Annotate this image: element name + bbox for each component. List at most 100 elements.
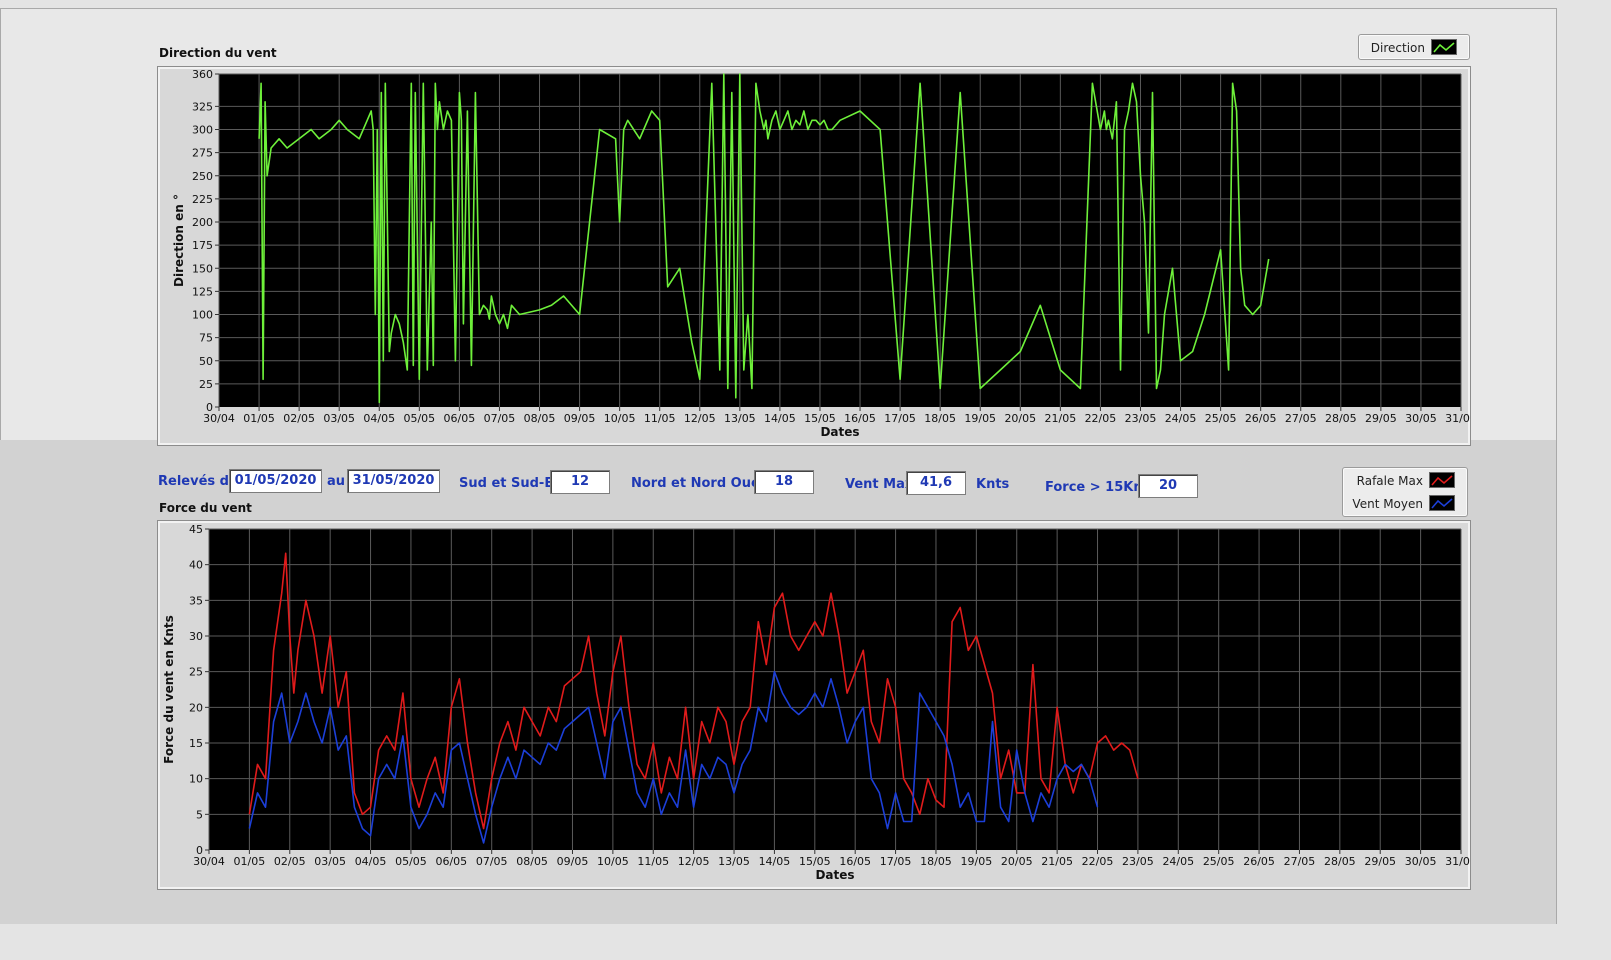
legend-line-icon xyxy=(1433,42,1455,53)
direction-tick-label-y: 50 xyxy=(199,355,213,368)
direction-tick-label-y: 100 xyxy=(192,309,213,322)
direction-tick-label-x: 14/05 xyxy=(764,412,796,425)
direction-tick-label-x: 07/05 xyxy=(484,412,516,425)
au-label: au xyxy=(327,474,346,489)
direction-tick-label-y: 250 xyxy=(192,170,213,183)
force-tick-label-x: 07/05 xyxy=(476,855,508,868)
legend-item-direction[interactable]: Direction xyxy=(1359,37,1469,59)
force-tick-label-y: 10 xyxy=(189,773,203,786)
legend-swatch-vent-moyen[interactable] xyxy=(1429,495,1455,511)
direction-tick-label-x: 29/05 xyxy=(1365,412,1397,425)
releves-label: Relevés du xyxy=(158,474,239,489)
force-tick-label-x: 27/05 xyxy=(1284,855,1316,868)
sud-sud-est-value[interactable]: 12 xyxy=(550,470,610,494)
legend-item-rafale-max[interactable]: Rafale Max xyxy=(1343,470,1467,492)
direction-tick-label-x: 03/05 xyxy=(323,412,355,425)
force-tick-label-x: 09/05 xyxy=(557,855,589,868)
force-tick-label-x: 23/05 xyxy=(1122,855,1154,868)
force-tick-label-y: 45 xyxy=(189,523,203,536)
force-tick-label-x: 08/05 xyxy=(516,855,548,868)
force-legend[interactable]: Rafale Max Vent Moyen xyxy=(1342,467,1468,517)
force-tick-label-y: 5 xyxy=(196,808,203,821)
direction-tick-label-y: 325 xyxy=(192,100,213,113)
legend-swatch-direction[interactable] xyxy=(1431,39,1457,55)
force-tick-label-y: 30 xyxy=(189,630,203,643)
force-tick-label-x: 13/05 xyxy=(718,855,750,868)
direction-tick-label-x: 23/05 xyxy=(1125,412,1157,425)
direction-tick-label-y: 360 xyxy=(192,68,213,81)
force-15knts-value[interactable]: 20 xyxy=(1138,474,1198,498)
force-tick-label-x: 17/05 xyxy=(880,855,912,868)
legend-label-rafale-max: Rafale Max xyxy=(1356,474,1423,488)
direction-tick-label-x: 15/05 xyxy=(804,412,836,425)
legend-label-vent-moyen: Vent Moyen xyxy=(1352,497,1423,511)
vent-max-value[interactable]: 41,6 xyxy=(906,471,966,495)
direction-chart: 30/04 01/05 02/05 03/05 04/05 05/05 06/05 07/05… xyxy=(172,68,1477,439)
direction-tick-label-x: 10/05 xyxy=(604,412,636,425)
force-tick-label-x: 15/05 xyxy=(799,855,831,868)
direction-tick-label-x: 25/05 xyxy=(1205,412,1237,425)
force-tick-label-x: 02/05 xyxy=(274,855,306,868)
direction-legend[interactable]: Direction xyxy=(1358,34,1470,60)
direction-tick-label-x: 16/05 xyxy=(844,412,876,425)
direction-tick-label-x: 04/05 xyxy=(363,412,395,425)
direction-tick-label-y: 275 xyxy=(192,147,213,160)
direction-tick-label-x: 27/05 xyxy=(1285,412,1317,425)
force-plot-area xyxy=(209,529,1461,850)
force-x-axis-label: Dates xyxy=(815,868,854,882)
direction-tick-label-x: 28/05 xyxy=(1325,412,1357,425)
direction-tick-label-x: 05/05 xyxy=(403,412,435,425)
direction-tick-label-y: 150 xyxy=(192,262,213,275)
force-tick-label-x: 10/05 xyxy=(597,855,629,868)
direction-tick-label-x: 09/05 xyxy=(564,412,596,425)
force-tick-label-x: 06/05 xyxy=(435,855,467,868)
force-tick-label-y: 0 xyxy=(196,844,203,857)
force-y-axis-label: Force du vent en Knts xyxy=(162,615,176,764)
legend-swatch-rafale-max[interactable] xyxy=(1429,472,1455,488)
direction-tick-label-y: 300 xyxy=(192,124,213,137)
direction-tick-label-x: 18/05 xyxy=(924,412,956,425)
direction-tick-label-x: 19/05 xyxy=(964,412,996,425)
direction-tick-label-y: 25 xyxy=(199,378,213,391)
direction-tick-label-x: 13/05 xyxy=(724,412,756,425)
force-tick-label-y: 40 xyxy=(189,559,203,572)
force-tick-label-y: 35 xyxy=(189,594,203,607)
direction-tick-label-x: 08/05 xyxy=(524,412,556,425)
force-tick-label-x: 11/05 xyxy=(637,855,669,868)
direction-tick-label-x: 30/05 xyxy=(1405,412,1437,425)
force-chart: 30/04 01/05 02/05 03/05 04/05 05/05 06/05 07/05… xyxy=(162,523,1477,882)
direction-tick-label-x: 21/05 xyxy=(1045,412,1077,425)
legend-line-icon xyxy=(1431,498,1453,509)
direction-tick-label-x: 26/05 xyxy=(1245,412,1277,425)
direction-tick-label-x: 22/05 xyxy=(1085,412,1117,425)
direction-tick-label-y: 200 xyxy=(192,216,213,229)
direction-tick-label-x: 01/05 xyxy=(243,412,275,425)
legend-line-icon xyxy=(1431,475,1453,486)
force-tick-label-x: 03/05 xyxy=(314,855,346,868)
knts-unit-label: Knts xyxy=(976,477,1010,492)
direction-tick-label-y: 125 xyxy=(192,285,213,298)
direction-chart-title: Direction du vent xyxy=(159,46,277,60)
direction-tick-label-x: 11/05 xyxy=(644,412,676,425)
legend-item-vent-moyen[interactable]: Vent Moyen xyxy=(1343,493,1467,515)
direction-tick-label-x: 20/05 xyxy=(1004,412,1036,425)
force-tick-label-x: 25/05 xyxy=(1203,855,1235,868)
direction-y-axis-label: Direction en ° xyxy=(172,194,186,287)
vent-max-label: Vent Max xyxy=(845,477,914,492)
date-to-field[interactable]: 31/05/2020 xyxy=(347,469,440,493)
legend-label-direction: Direction xyxy=(1370,41,1425,55)
direction-tick-label-y: 0 xyxy=(206,401,213,414)
force-tick-label-x: 14/05 xyxy=(759,855,791,868)
nord-nord-ouest-value[interactable]: 18 xyxy=(754,470,814,494)
force-tick-label-x: 28/05 xyxy=(1324,855,1356,868)
direction-tick-label-x: 31/05 xyxy=(1445,412,1470,425)
date-from-field[interactable]: 01/05/2020 xyxy=(229,469,322,493)
direction-tick-label-y: 175 xyxy=(192,239,213,252)
force-chart-frame: 30/04 01/05 02/05 03/05 04/05 05/05 06/05 07/05… xyxy=(157,520,1477,890)
force-tick-label-y: 20 xyxy=(189,701,203,714)
direction-tick-label-x: 06/05 xyxy=(444,412,476,425)
direction-tick-label-y: 225 xyxy=(192,193,213,206)
direction-tick-label-x: 24/05 xyxy=(1165,412,1197,425)
force-tick-label-x: 20/05 xyxy=(1001,855,1033,868)
force-tick-label-x: 01/05 xyxy=(234,855,266,868)
